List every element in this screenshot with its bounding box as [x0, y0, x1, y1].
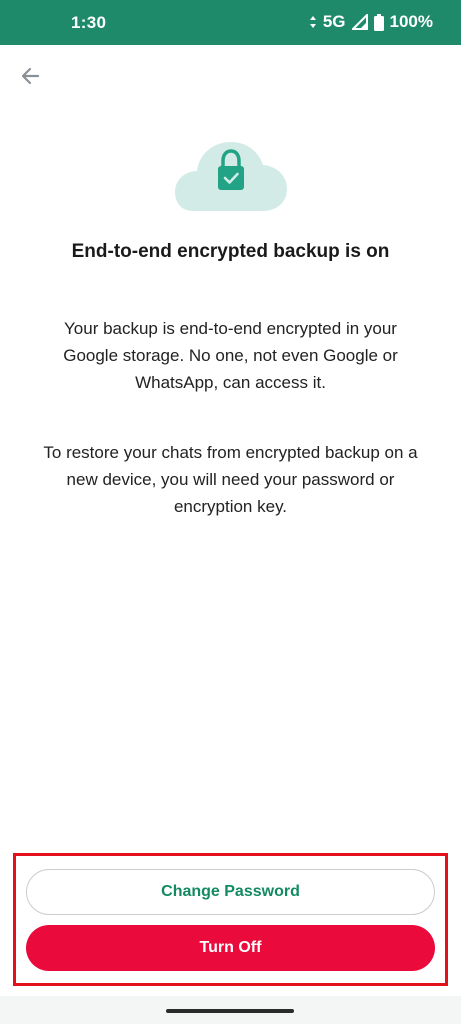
hero-illustration — [175, 140, 287, 212]
network-type: 5G — [322, 12, 346, 31]
status-bar: 1:30 5G 100% — [0, 0, 461, 45]
backup-description: Your backup is end-to-end encrypted in y… — [63, 319, 398, 392]
page-title: End-to-end encrypted backup is on — [71, 241, 390, 262]
status-time: 1:30 — [71, 13, 107, 32]
battery-level: 100% — [389, 12, 433, 31]
status-icons: 5G 100% — [309, 12, 433, 32]
home-indicator[interactable] — [166, 1009, 294, 1013]
back-button[interactable] — [14, 62, 46, 94]
battery-icon — [373, 13, 384, 31]
signal-icon — [351, 14, 368, 30]
turn-off-button[interactable]: Turn Off — [26, 925, 435, 971]
arrow-left-icon — [20, 66, 40, 91]
change-password-button[interactable]: Change Password — [26, 869, 435, 915]
data-arrows-icon — [309, 15, 317, 29]
cloud-lock-check-icon — [175, 142, 287, 216]
restore-description: To restore your chats from encrypted bac… — [43, 443, 418, 516]
